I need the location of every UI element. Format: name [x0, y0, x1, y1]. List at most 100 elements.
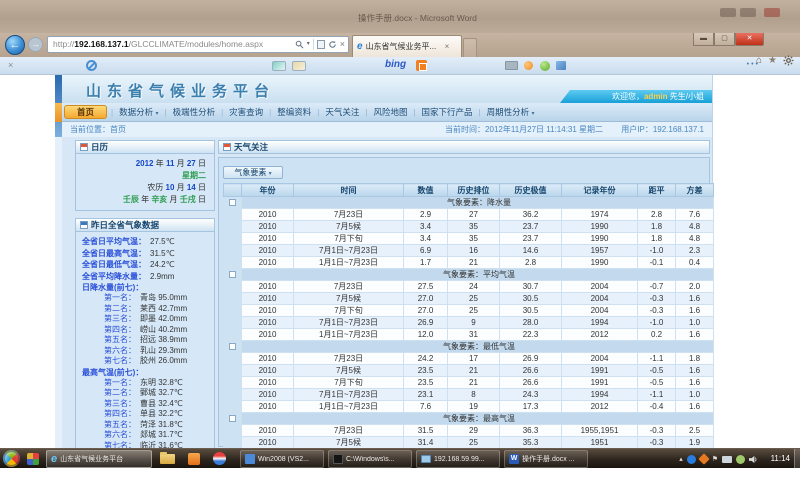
- table-row[interactable]: 20107月下旬3.43523.719901.84.8: [224, 233, 714, 245]
- column-header-2[interactable]: 数值: [404, 184, 448, 197]
- update-tray-icon[interactable]: [736, 455, 745, 464]
- column-header-6[interactable]: 距平: [638, 184, 676, 197]
- maximize-button[interactable]: ▢: [714, 33, 735, 46]
- column-header-5[interactable]: 记录年份: [562, 184, 638, 197]
- mail-card-icon[interactable]: [272, 61, 286, 71]
- action-center-flag-icon[interactable]: ⚑: [712, 455, 718, 463]
- table-row[interactable]: 20107月1日~7月23日26.9928.01994-1.01.0: [224, 317, 714, 329]
- taskbar-window-3[interactable]: W操作手册.docx ...: [504, 450, 588, 468]
- welcome-ribbon: 欢迎您，admin 先生/小姐: [560, 90, 712, 103]
- main-title: 天气关注: [234, 141, 268, 153]
- table-row[interactable]: 20107月5候3.43523.719901.84.8: [224, 221, 714, 233]
- forward-button[interactable]: →: [28, 37, 43, 52]
- yesterday-title: 昨日全省气象数据: [91, 219, 159, 231]
- table-row[interactable]: 20107月1日~7月23日6.91614.61957-1.02.3: [224, 245, 714, 257]
- close-button[interactable]: ✕: [735, 33, 764, 46]
- ranking-row: 第六名：郯城 31.7℃: [82, 430, 214, 441]
- taskbar-window-0[interactable]: Win2008 (VS2...: [240, 450, 324, 468]
- blocked-icon[interactable]: [86, 60, 97, 71]
- globe-icon[interactable]: [540, 61, 550, 71]
- refresh-icon[interactable]: [328, 40, 337, 49]
- table-row[interactable]: 20107月23日31.52936.31955,1951-0.32.5: [224, 425, 714, 437]
- group-row[interactable]: 气象要素：降水量: [224, 197, 714, 209]
- column-header-1[interactable]: 时间: [294, 184, 404, 197]
- taskbar-window-1[interactable]: C:\Windows\s...: [328, 450, 412, 468]
- compatibility-view-icon[interactable]: [317, 40, 325, 49]
- address-bar[interactable]: http://192.168.137.1/GLCCLIMATE/modules/…: [47, 36, 349, 53]
- favorites-star-icon[interactable]: ★: [768, 55, 777, 66]
- volume-icon[interactable]: [749, 455, 758, 464]
- tools-gear-icon[interactable]: [783, 55, 794, 66]
- ranking-row: 第五名：菏泽 31.8℃: [82, 420, 214, 431]
- stat-row: 全省日平均气温：27.5℃: [82, 236, 214, 248]
- ranking-row: 第四名：崂山 40.2mm: [82, 325, 214, 336]
- url-host: 192.168.137.1: [74, 37, 128, 52]
- nav-item-1[interactable]: 数据分析 ▾: [113, 106, 164, 118]
- network-tray-icon[interactable]: [722, 456, 732, 463]
- bing-search-icon[interactable]: [416, 60, 427, 71]
- nav-item-8[interactable]: 周期性分析 ▾: [481, 106, 541, 118]
- back-button[interactable]: ←: [5, 35, 25, 55]
- show-desktop-button[interactable]: [794, 449, 800, 469]
- nav-item-6[interactable]: 风险地图: [367, 106, 413, 118]
- nav-item-4[interactable]: 整编资料: [271, 106, 317, 118]
- browser-tab[interactable]: e 山东省气候业务平... ×: [352, 35, 462, 57]
- nav-item-0[interactable]: 首页: [64, 105, 107, 119]
- column-header-3[interactable]: 历史排位: [448, 184, 500, 197]
- column-header-4[interactable]: 历史极值: [500, 184, 562, 197]
- group-checkbox[interactable]: [229, 271, 236, 278]
- nav-item-5[interactable]: 天气关注: [319, 106, 365, 118]
- element-filter-button[interactable]: 气象要素 ▾: [223, 166, 283, 179]
- group-row[interactable]: 气象要素：最高气温: [224, 413, 714, 425]
- taskbar-clock[interactable]: 11:14: [771, 449, 790, 469]
- pinned-app-icon[interactable]: [27, 453, 39, 465]
- apps-icon[interactable]: [556, 61, 566, 70]
- table-row[interactable]: 20107月5候31.42535.31951-0.31.9: [224, 437, 714, 449]
- table-row[interactable]: 20107月23日27.52430.72004-0.72.0: [224, 281, 714, 293]
- tray-expand-icon[interactable]: ▴: [679, 455, 683, 463]
- word-maximize-icon: [740, 8, 756, 17]
- group-row[interactable]: 气象要素：平均气温: [224, 269, 714, 281]
- taskbar-ie-window[interactable]: e 山东省气候业务平台: [46, 450, 152, 468]
- orange-app-icon[interactable]: [188, 453, 200, 465]
- messenger-tray-icon[interactable]: [687, 455, 696, 464]
- nav-item-7[interactable]: 国家下行产品: [416, 106, 479, 118]
- nav-item-3[interactable]: 灾害查询: [223, 106, 269, 118]
- search-dropdown-icon[interactable]: ▾: [307, 37, 310, 52]
- ranking-row: 第一名：青岛 95.0mm: [82, 293, 214, 304]
- table-row[interactable]: 20107月下旬23.52126.61991-0.51.6: [224, 377, 714, 389]
- column-header-7[interactable]: 方差: [676, 184, 714, 197]
- group-checkbox[interactable]: [229, 415, 236, 422]
- photo-card-icon[interactable]: [292, 61, 306, 71]
- table-row[interactable]: 20101月1日~7月23日12.03122.320120.21.6: [224, 329, 714, 341]
- tab-close-icon[interactable]: ×: [445, 42, 450, 51]
- table-row[interactable]: 20101月1日~7月23日1.7212.81990-0.10.4: [224, 257, 714, 269]
- stop-icon[interactable]: ×: [340, 37, 345, 52]
- group-checkbox[interactable]: [229, 343, 236, 350]
- group-checkbox[interactable]: [229, 199, 236, 206]
- new-tab-button[interactable]: [463, 38, 477, 57]
- bing-logo[interactable]: bing: [385, 59, 406, 70]
- table-row[interactable]: 20107月5候23.52126.61991-0.51.6: [224, 365, 714, 377]
- fox-tray-icon[interactable]: [698, 453, 709, 464]
- column-header-0[interactable]: 年份: [242, 184, 294, 197]
- minimize-button[interactable]: ▬: [693, 33, 714, 46]
- table-row[interactable]: 20107月23日2.92736.219742.87.6: [224, 209, 714, 221]
- explorer-icon[interactable]: [160, 454, 175, 464]
- home-icon[interactable]: ⌂: [756, 55, 762, 66]
- yesterday-body: 全省日平均气温：27.5℃全省日最高气温：31.5℃全省日最低气温：24.2℃全…: [75, 232, 215, 448]
- round-app-icon[interactable]: [213, 452, 226, 465]
- table-row[interactable]: 20101月1日~7月23日7.61917.32012-0.41.6: [224, 401, 714, 413]
- signal-icon[interactable]: [524, 61, 533, 70]
- taskbar-window-2[interactable]: 192.168.59.99...: [416, 450, 500, 468]
- group-row[interactable]: 气象要素：最低气温: [224, 341, 714, 353]
- nav-item-2[interactable]: 极端性分析: [167, 106, 222, 118]
- start-button[interactable]: [3, 450, 20, 467]
- camera-icon[interactable]: [505, 61, 518, 70]
- table-row[interactable]: 20107月23日24.21726.92004-1.11.8: [224, 353, 714, 365]
- table-row[interactable]: 20107月1日~7月23日23.1824.31994-1.11.0: [224, 389, 714, 401]
- table-row[interactable]: 20107月下旬27.02530.52004-0.31.6: [224, 305, 714, 317]
- toolbar-close-icon[interactable]: ×: [8, 60, 13, 70]
- search-icon[interactable]: [295, 40, 304, 49]
- table-row[interactable]: 20107月5候27.02530.52004-0.31.6: [224, 293, 714, 305]
